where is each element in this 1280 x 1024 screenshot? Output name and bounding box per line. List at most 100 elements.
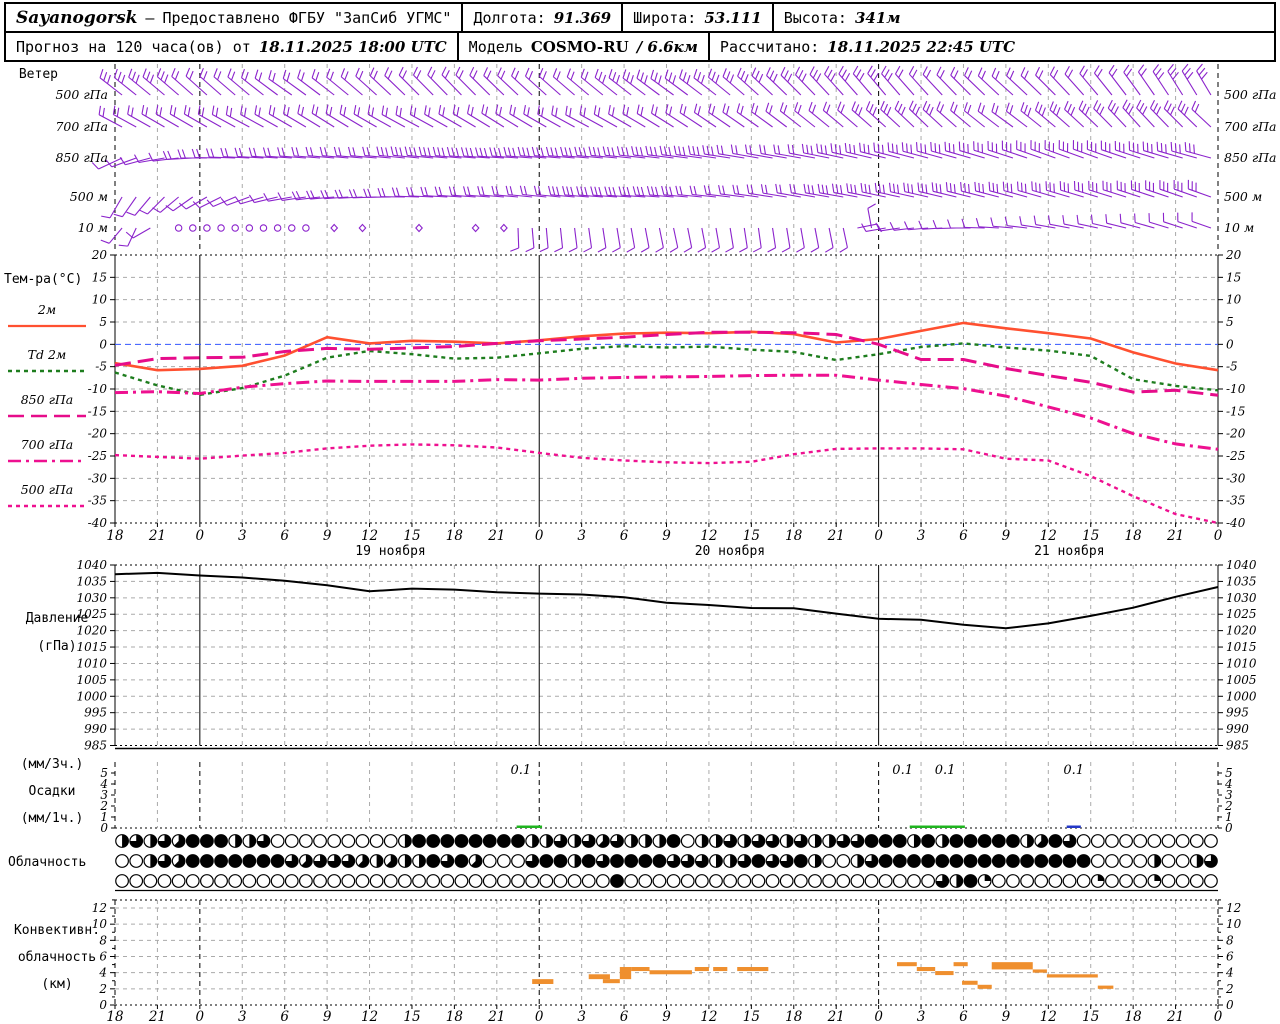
convective-bar xyxy=(977,984,992,989)
calculated-time: 18.11.2025 22:45 UTC xyxy=(827,37,1016,56)
svg-text:8: 8 xyxy=(1226,933,1234,947)
svg-text:-10: -10 xyxy=(88,382,108,396)
convective-bar xyxy=(649,970,692,975)
convective-bar xyxy=(916,967,936,972)
svg-text:18: 18 xyxy=(446,1009,464,1024)
temperature-legend: Тем-ра(°C) 2м Td 2м 850 гПа 700 гПа 500 гПа xyxy=(4,272,86,508)
convective-bar xyxy=(602,979,620,984)
svg-text:5: 5 xyxy=(99,315,107,329)
svg-text:500 м: 500 м xyxy=(1224,189,1262,204)
convective-bar xyxy=(991,962,1033,970)
forecast-run-time: 18.11.2025 18:00 UTC xyxy=(258,37,447,56)
svg-text:-15: -15 xyxy=(88,404,107,418)
convective-panel: 0 02 24 46 68 810 1012 1218 21 0 3 6 9 12 15 18 21 0 3 6 9 12… xyxy=(14,899,1242,1024)
svg-text:12: 12 xyxy=(1040,1009,1057,1024)
svg-text:-25: -25 xyxy=(88,449,107,463)
svg-text:19 ноября: 19 ноября xyxy=(355,544,425,559)
svg-text:6: 6 xyxy=(1226,950,1234,964)
svg-text:18: 18 xyxy=(106,528,124,544)
svg-text:15: 15 xyxy=(403,528,420,544)
svg-text:500 гПа: 500 гПа xyxy=(55,87,108,102)
svg-text:1000: 1000 xyxy=(76,689,107,703)
svg-text:Тем-ра(°C): Тем-ра(°C) xyxy=(4,272,82,287)
svg-text:1030: 1030 xyxy=(76,591,107,605)
svg-text:1040: 1040 xyxy=(1226,558,1257,572)
svg-text:2: 2 xyxy=(98,982,107,996)
svg-text:15: 15 xyxy=(743,528,760,544)
meteogram-chart: Ветер 500 гПа 500 гПа 700 гПа 700 гПа 850 гПа… xyxy=(4,63,1277,1024)
svg-text:0.1: 0.1 xyxy=(892,763,913,778)
svg-text:0.1: 0.1 xyxy=(511,763,532,778)
svg-text:21: 21 xyxy=(1166,528,1184,544)
convective-bar xyxy=(619,967,632,980)
svg-text:0: 0 xyxy=(196,528,205,544)
convective-bar xyxy=(896,962,917,967)
svg-text:9: 9 xyxy=(1002,528,1011,544)
model-name: COSMO-RU xyxy=(530,37,629,56)
precip-bar xyxy=(1066,825,1081,828)
longitude-label: Долгота: xyxy=(473,8,546,27)
svg-text:15: 15 xyxy=(1226,270,1241,284)
svg-text:Td 2м: Td 2м xyxy=(28,347,67,362)
time-axis-top: 18 21 0 3 6 9 12 15 18 21 0 3 6 9 12 15 18 21 0 3 6 9 12 15 18 21… xyxy=(106,528,1222,559)
svg-text:-40: -40 xyxy=(1226,516,1246,530)
svg-text:1005: 1005 xyxy=(1226,673,1257,687)
svg-text:-30: -30 xyxy=(88,471,108,485)
svg-text:10 м: 10 м xyxy=(78,220,108,235)
svg-text:9: 9 xyxy=(662,1009,671,1024)
header: Sayanogorsk — Предоставлено ФГБУ "ЗапСиб… xyxy=(4,2,1276,62)
station-segment: Sayanogorsk — Предоставлено ФГБУ "ЗапСиб… xyxy=(6,4,461,31)
svg-text:10: 10 xyxy=(92,293,108,307)
svg-text:0: 0 xyxy=(99,337,107,351)
svg-text:1015: 1015 xyxy=(76,640,107,654)
convective-bar xyxy=(532,979,554,984)
svg-text:995: 995 xyxy=(1226,706,1249,720)
svg-text:990: 990 xyxy=(1226,722,1249,736)
svg-text:18: 18 xyxy=(785,528,803,544)
svg-text:995: 995 xyxy=(84,706,107,720)
svg-text:0: 0 xyxy=(535,1009,544,1024)
dash-separator: — xyxy=(145,8,155,27)
svg-text:21 ноября: 21 ноября xyxy=(1034,544,1104,559)
svg-text:8: 8 xyxy=(99,933,107,947)
svg-text:18: 18 xyxy=(785,1009,803,1024)
svg-text:5: 5 xyxy=(1225,766,1233,780)
svg-text:6: 6 xyxy=(620,1009,629,1024)
model-resolution: / 6.6км xyxy=(636,37,698,56)
cloud-row-3 xyxy=(115,874,1218,888)
svg-text:-35: -35 xyxy=(1226,494,1245,508)
svg-text:15: 15 xyxy=(743,1009,760,1024)
svg-text:15: 15 xyxy=(403,1009,420,1024)
header-row-model: Прогноз на 120 часа(ов) от 18.11.2025 18… xyxy=(6,33,1274,60)
calculated-label: Рассчитано: xyxy=(719,37,820,56)
svg-text:0: 0 xyxy=(196,1009,205,1024)
svg-text:1010: 1010 xyxy=(76,656,107,670)
svg-text:6: 6 xyxy=(620,528,629,544)
svg-text:9: 9 xyxy=(662,528,671,544)
svg-text:18: 18 xyxy=(1125,1009,1143,1024)
svg-text:Облачность: Облачность xyxy=(8,855,86,870)
svg-text:5: 5 xyxy=(100,766,108,780)
svg-text:985: 985 xyxy=(84,739,107,753)
svg-text:1035: 1035 xyxy=(1226,574,1257,588)
svg-text:6: 6 xyxy=(959,528,968,544)
precip-bar xyxy=(909,825,940,828)
svg-text:12: 12 xyxy=(700,1009,717,1024)
svg-text:-5: -5 xyxy=(1226,360,1238,374)
svg-text:3: 3 xyxy=(577,528,586,544)
svg-text:3: 3 xyxy=(238,528,247,544)
svg-text:1040: 1040 xyxy=(76,558,107,572)
svg-text:1015: 1015 xyxy=(1226,640,1257,654)
wind-barbs-row-10м xyxy=(100,203,1212,253)
svg-text:9: 9 xyxy=(323,528,332,544)
latitude-label: Широта: xyxy=(633,8,697,27)
svg-text:850 гПа: 850 гПа xyxy=(55,150,108,165)
svg-text:6: 6 xyxy=(99,950,107,964)
svg-text:(гПа): (гПа) xyxy=(37,639,76,654)
convective-bar xyxy=(935,971,954,976)
svg-text:850 гПа: 850 гПа xyxy=(1224,150,1277,165)
svg-text:1025: 1025 xyxy=(1226,607,1257,621)
convective-bar xyxy=(713,967,728,972)
convective-bar xyxy=(631,967,650,972)
svg-text:500 м: 500 м xyxy=(70,189,108,204)
